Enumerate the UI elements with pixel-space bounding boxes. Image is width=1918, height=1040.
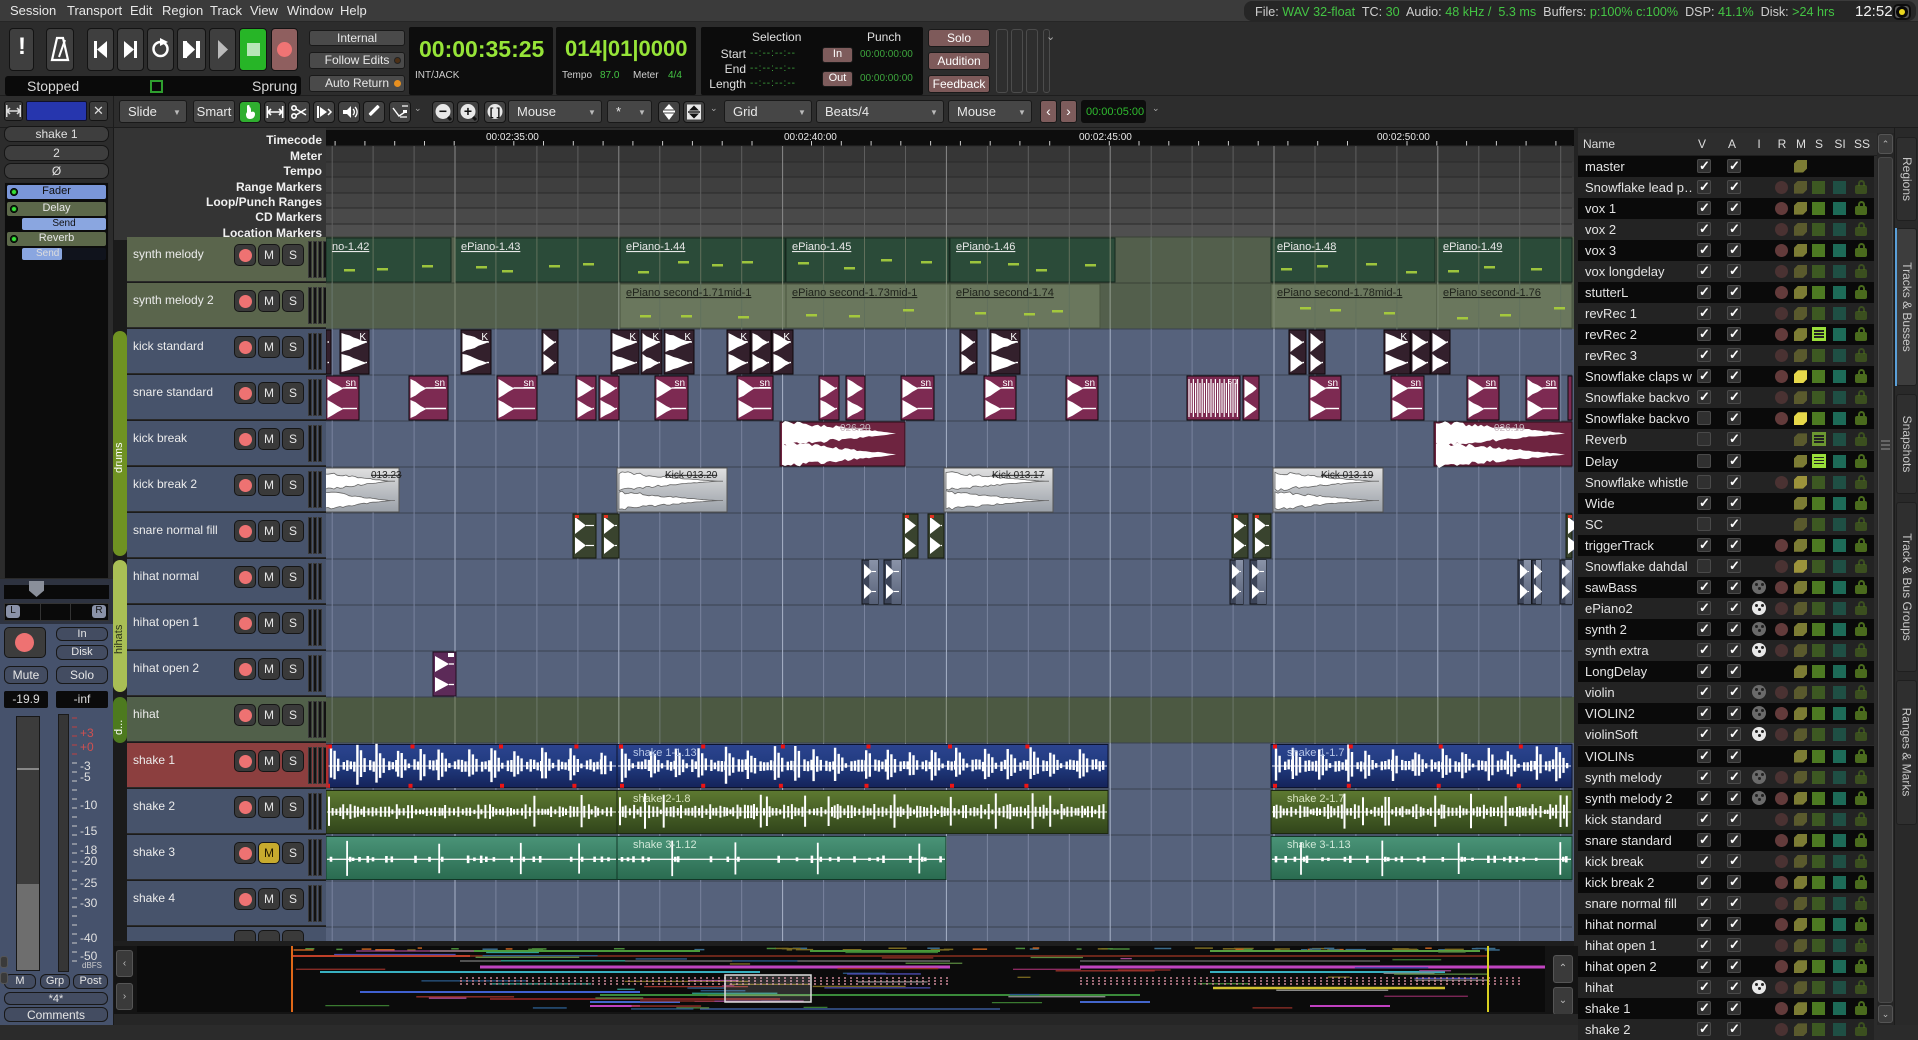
svg-text:ePiano-1.43: ePiano-1.43 <box>461 241 520 253</box>
svg-text:shake 3-1.13: shake 3-1.13 <box>1287 839 1351 851</box>
svg-text:K: K <box>629 332 636 343</box>
svg-text:shake 3-1.12: shake 3-1.12 <box>633 839 697 851</box>
svg-text:[ ]: [ ] <box>490 107 501 119</box>
svg-text:sn: sn <box>1410 378 1421 389</box>
svg-text:K: K <box>359 332 366 343</box>
svg-text:K: K <box>684 332 691 343</box>
svg-text:no-1.42: no-1.42 <box>332 241 369 253</box>
svg-text:sn: sn <box>1002 378 1013 389</box>
svg-text:ePiano second-1.76: ePiano second-1.76 <box>1443 287 1541 299</box>
svg-text:sn: sn <box>674 378 685 389</box>
svg-text:ePiano-1.49: ePiano-1.49 <box>1443 241 1502 253</box>
svg-text:sn: sn <box>759 378 770 389</box>
svg-text:+: + <box>464 103 472 119</box>
svg-text:shake 1-1.13: shake 1-1.13 <box>633 747 697 759</box>
svg-text:K: K <box>1400 332 1407 343</box>
svg-text:K: K <box>740 332 747 343</box>
svg-text:026.20: 026.20 <box>840 423 871 434</box>
svg-text:ePiano second-1.71mid-1: ePiano second-1.71mid-1 <box>626 287 751 299</box>
svg-text:ePiano second-1.74: ePiano second-1.74 <box>956 287 1054 299</box>
svg-text:ePiano second-1.78mid-1: ePiano second-1.78mid-1 <box>1277 287 1402 299</box>
svg-text:K: K <box>652 332 659 343</box>
svg-text:sn: sn <box>1485 378 1496 389</box>
svg-text:K: K <box>783 332 790 343</box>
svg-text:sn: sn <box>345 378 356 389</box>
svg-text:ePiano-1.48: ePiano-1.48 <box>1277 241 1336 253</box>
svg-text:00:02:50:00: 00:02:50:00 <box>1377 132 1430 143</box>
svg-text:00:02:40:00: 00:02:40:00 <box>784 132 837 143</box>
svg-text:sn: sn <box>1227 376 1237 386</box>
svg-text:sn: sn <box>1084 378 1095 389</box>
svg-text:026.19: 026.19 <box>1494 423 1525 434</box>
svg-text:K: K <box>1010 332 1017 343</box>
svg-text:Kick 013.20: Kick 013.20 <box>665 470 718 481</box>
svg-text:ePiano-1.45: ePiano-1.45 <box>792 241 851 253</box>
svg-text:K: K <box>481 332 488 343</box>
svg-text:ePiano second-1.73mid-1: ePiano second-1.73mid-1 <box>792 287 917 299</box>
svg-text:013.23: 013.23 <box>371 470 402 481</box>
svg-text:Kick 013.17: Kick 013.17 <box>992 470 1045 481</box>
svg-text:−: − <box>439 103 447 119</box>
svg-text:sn: sn <box>523 378 534 389</box>
svg-text:00:02:45:00: 00:02:45:00 <box>1079 132 1132 143</box>
svg-text:shake 1-1.7: shake 1-1.7 <box>1287 747 1344 759</box>
svg-text:ePiano-1.46: ePiano-1.46 <box>956 241 1015 253</box>
svg-text:00:02:35:00: 00:02:35:00 <box>486 132 539 143</box>
svg-text:sn: sn <box>1327 378 1338 389</box>
svg-text:sn: sn <box>1545 378 1556 389</box>
svg-text:ePiano-1.44: ePiano-1.44 <box>626 241 685 253</box>
svg-text:shake 2-1.7: shake 2-1.7 <box>1287 793 1344 805</box>
svg-text:shake 2-1.8: shake 2-1.8 <box>633 793 690 805</box>
svg-text:sn: sn <box>434 378 445 389</box>
svg-text:Kick 013.19: Kick 013.19 <box>1321 470 1374 481</box>
svg-text:sn: sn <box>920 378 931 389</box>
